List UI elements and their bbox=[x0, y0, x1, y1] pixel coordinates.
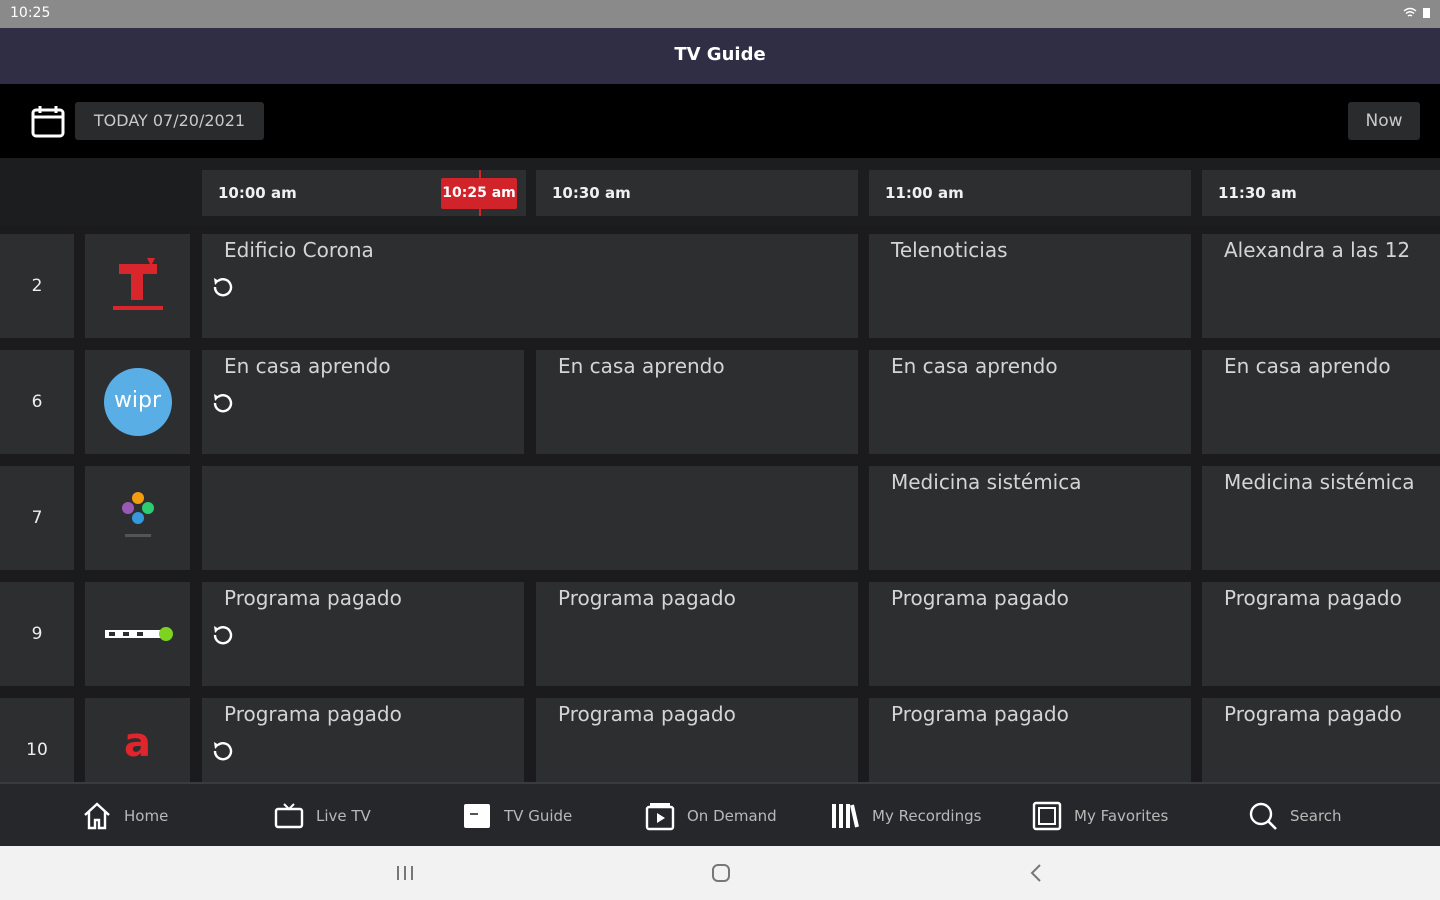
replay-icon[interactable] bbox=[210, 622, 236, 648]
nav-label: My Favorites bbox=[1074, 807, 1169, 825]
program-cell[interactable]: Programa pagado bbox=[869, 698, 1191, 782]
channel-logo-a[interactable]: a bbox=[85, 698, 190, 782]
program-title: Programa pagado bbox=[891, 586, 1069, 610]
program-cell[interactable] bbox=[202, 466, 858, 570]
date-selector-button[interactable]: TODAY 07/20/2021 bbox=[75, 102, 264, 140]
program-cell[interactable]: Medicina sistémica bbox=[869, 466, 1191, 570]
program-cell[interactable]: En casa aprendo bbox=[536, 350, 858, 454]
recordings-icon bbox=[832, 804, 859, 828]
channel-number: 7 bbox=[0, 466, 74, 570]
nav-search[interactable]: Search bbox=[1248, 784, 1342, 848]
program-cell[interactable]: Telenoticias bbox=[869, 234, 1191, 338]
program-cell[interactable]: Programa pagado bbox=[1202, 698, 1440, 782]
program-title: Programa pagado bbox=[1224, 586, 1402, 610]
channel-logo-teleoro[interactable] bbox=[85, 466, 190, 570]
nav-tv-guide[interactable]: TV Guide bbox=[462, 784, 572, 848]
program-cell[interactable]: En casa aprendo bbox=[1202, 350, 1440, 454]
program-cell[interactable]: Medicina sistémica bbox=[1202, 466, 1440, 570]
program-cell[interactable]: Programa pagado bbox=[202, 698, 524, 782]
wifi-icon bbox=[1403, 7, 1417, 17]
telemundo-logo bbox=[113, 258, 163, 310]
status-time: 10:25 bbox=[10, 5, 51, 21]
nav-my-favorites[interactable]: My Favorites bbox=[1032, 784, 1168, 848]
nav-label: On Demand bbox=[687, 807, 777, 825]
program-cell[interactable]: Edificio Corona bbox=[202, 234, 858, 338]
channel-number: 9 bbox=[0, 582, 74, 686]
program-title: Programa pagado bbox=[1224, 702, 1402, 726]
wipr-logo-text: wipr bbox=[113, 388, 162, 413]
current-time-marker: 10:25 am bbox=[441, 178, 517, 209]
program-title: Programa pagado bbox=[558, 702, 736, 726]
program-title: Medicina sistémica bbox=[1224, 470, 1415, 494]
timeslot-4: 11:30 am bbox=[1202, 170, 1440, 216]
calendar-icon[interactable] bbox=[30, 104, 66, 140]
tv-icon bbox=[274, 803, 304, 829]
a-logo: a bbox=[124, 720, 151, 766]
status-icons bbox=[1403, 5, 1430, 19]
channel-number: 10 bbox=[0, 698, 74, 782]
battery-icon bbox=[1423, 8, 1430, 18]
program-title: Programa pagado bbox=[224, 586, 402, 610]
favorites-icon bbox=[1032, 801, 1062, 831]
program-title: Edificio Corona bbox=[224, 238, 374, 262]
teleoro-logo bbox=[122, 492, 154, 537]
timeline-corner bbox=[0, 170, 198, 216]
program-title: Alexandra a las 12 bbox=[1224, 238, 1411, 262]
search-icon bbox=[1249, 802, 1277, 830]
program-cell[interactable]: Programa pagado bbox=[536, 582, 858, 686]
program-cell[interactable]: Programa pagado bbox=[536, 698, 858, 782]
nav-label: Live TV bbox=[316, 807, 371, 825]
home-button-icon[interactable] bbox=[708, 860, 734, 886]
nav-label: Home bbox=[124, 807, 169, 825]
timeslot-3: 11:00 am bbox=[869, 170, 1191, 216]
replay-icon[interactable] bbox=[210, 274, 236, 300]
channel-number: 6 bbox=[0, 350, 74, 454]
channel-logo-punto2[interactable] bbox=[85, 582, 190, 686]
now-button[interactable]: Now bbox=[1348, 102, 1420, 140]
program-title: En casa aprendo bbox=[558, 354, 725, 378]
program-cell[interactable]: Programa pagado bbox=[202, 582, 524, 686]
program-title: Programa pagado bbox=[558, 586, 736, 610]
channel-logo-telemundo[interactable] bbox=[85, 234, 190, 338]
page-title: TV Guide bbox=[0, 28, 1440, 84]
replay-icon[interactable] bbox=[210, 738, 236, 764]
nav-live-tv[interactable]: Live TV bbox=[274, 784, 371, 848]
bottom-nav: Home Live TV TV Guide On Demand My Recor… bbox=[0, 782, 1440, 846]
program-cell[interactable]: En casa aprendo bbox=[869, 350, 1191, 454]
program-cell[interactable]: Alexandra a las 12 bbox=[1202, 234, 1440, 338]
channel-number: 2 bbox=[0, 234, 74, 338]
recent-apps-icon[interactable] bbox=[392, 860, 418, 886]
timeslot-2: 10:30 am bbox=[536, 170, 858, 216]
back-icon[interactable] bbox=[1024, 860, 1050, 886]
program-title: Programa pagado bbox=[891, 702, 1069, 726]
program-cell[interactable]: Programa pagado bbox=[1202, 582, 1440, 686]
nav-home[interactable]: Home bbox=[82, 784, 168, 848]
punto2-logo bbox=[105, 627, 173, 641]
guide-grid: 2 Edificio Corona Telenoticias Alexandra… bbox=[0, 226, 1440, 782]
nav-label: TV Guide bbox=[504, 807, 573, 825]
guide-icon bbox=[464, 804, 490, 828]
ondemand-icon bbox=[645, 803, 675, 831]
nav-my-recordings[interactable]: My Recordings bbox=[830, 784, 981, 848]
channel-logo-wipr[interactable]: wipr bbox=[85, 350, 190, 454]
program-title: En casa aprendo bbox=[224, 354, 391, 378]
program-title: Programa pagado bbox=[224, 702, 402, 726]
nav-label: My Recordings bbox=[872, 807, 982, 825]
program-cell[interactable]: En casa aprendo bbox=[202, 350, 524, 454]
replay-icon[interactable] bbox=[210, 390, 236, 416]
status-bar: 10:25 bbox=[0, 0, 1440, 28]
program-title: En casa aprendo bbox=[891, 354, 1058, 378]
program-title: Telenoticias bbox=[891, 238, 1008, 262]
program-title: En casa aprendo bbox=[1224, 354, 1391, 378]
program-title: Medicina sistémica bbox=[891, 470, 1082, 494]
nav-label: Search bbox=[1290, 807, 1342, 825]
system-nav-bar bbox=[0, 846, 1440, 900]
home-icon bbox=[84, 802, 110, 830]
nav-on-demand[interactable]: On Demand bbox=[645, 784, 777, 848]
program-cell[interactable]: Programa pagado bbox=[869, 582, 1191, 686]
